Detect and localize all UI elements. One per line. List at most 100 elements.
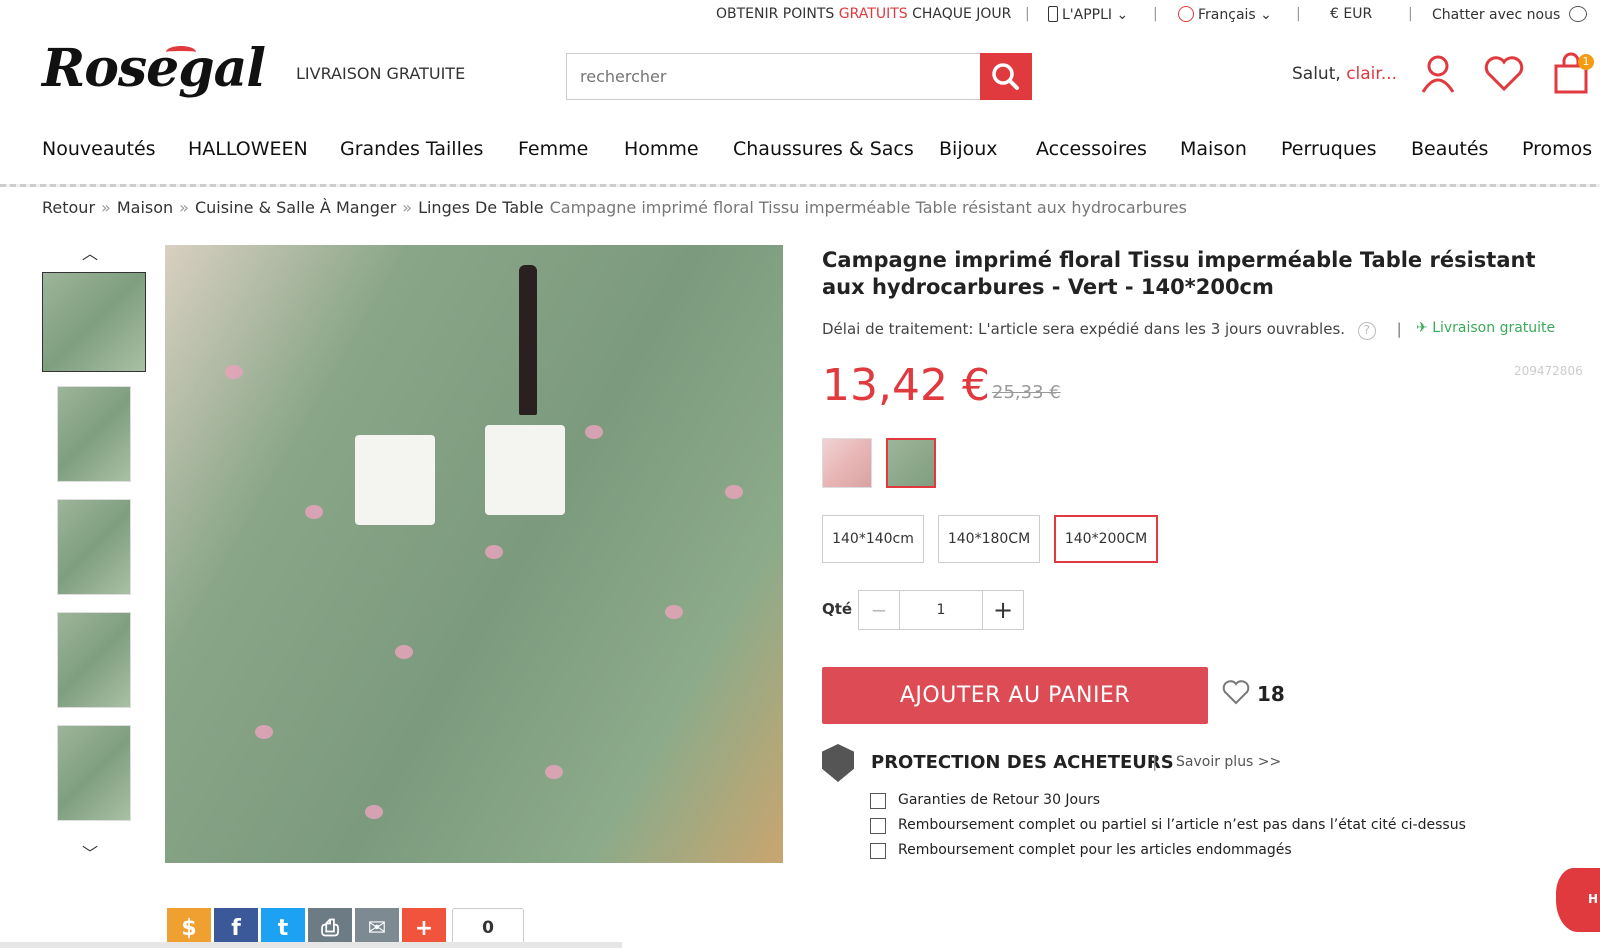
breadcrumb-linges[interactable]: Linges De Table [418,198,544,217]
thumbnail-1[interactable] [42,272,146,372]
plates [355,435,435,525]
header: Rosegal LIVRAISON GRATUITE Salut, clair.… [0,34,1600,114]
protection-title: PROTECTION DES ACHETEURS [871,752,1174,773]
app-link[interactable]: L'APPLI ⌄ [1048,6,1128,23]
thumbnail-2[interactable] [57,386,131,482]
processing-time: Délai de traitement: L'article sera expé… [822,320,1402,340]
quantity-label: Qté [822,600,853,618]
user-name: clair... [1346,64,1398,84]
logo-swoosh [166,46,196,58]
chevron-down-icon[interactable]: ﹀ [82,840,98,864]
nav-item-promos[interactable]: Promos [1522,138,1592,160]
search-bar [566,53,1032,100]
add-to-cart-button[interactable]: AJOUTER AU PANIER [822,667,1208,724]
check-icon [870,818,886,834]
user-icon[interactable] [1420,54,1456,94]
printer-icon: ⎙ [321,915,339,941]
cart-button[interactable]: 1 [1552,52,1594,96]
processing-text: Délai de traitement: L'article sera expé… [822,320,1346,338]
help-icon[interactable]: ? [1357,322,1376,340]
breadcrumb-cuisine[interactable]: Cuisine & Salle À Manger [195,198,396,217]
rosegal-logo[interactable]: Rosegal [42,38,266,99]
free-shipping-label: ✈ Livraison gratuite [1416,320,1555,336]
separator: | [1396,320,1402,338]
quantity-decrease-button[interactable]: − [858,590,900,630]
separator: | [1296,6,1301,22]
plus-icon: + [414,915,434,941]
likes-count: 18 [1256,682,1285,706]
quantity-increase-button[interactable]: + [982,590,1024,630]
plane-icon: ✈ [1416,320,1428,336]
product-sku: 209472806 [1514,364,1583,378]
main-product-image[interactable] [165,245,783,863]
search-button[interactable] [980,53,1032,100]
horizontal-scrollbar[interactable] [0,942,622,948]
language-label: Français [1198,7,1256,23]
chat-link[interactable]: Chatter avec nous [1432,6,1587,23]
search-input[interactable] [567,54,979,99]
globe-icon [1178,6,1194,22]
product-price: 13,42 € [822,360,990,411]
free-shipping-text: Livraison gratuite [1432,320,1556,336]
bowls [485,425,565,515]
points-promo-link[interactable]: OBTENIR POINTS GRATUITS CHAQUE JOUR [716,6,1011,22]
currency-selector[interactable]: € EUR [1330,6,1372,22]
nav-item-maison[interactable]: Maison [1180,138,1247,160]
nav-item-bijoux[interactable]: Bijoux [939,138,998,160]
logo-text: Rosegal [42,38,266,99]
breadcrumb-maison[interactable]: Maison [117,198,173,217]
nav-item-beautes[interactable]: Beautés [1411,138,1488,160]
wine-bottle [519,265,537,415]
quantity-input[interactable]: 1 [899,590,983,630]
nav-item-femme[interactable]: Femme [518,138,588,160]
heart-icon[interactable] [1484,56,1524,92]
separator: | [1153,6,1158,22]
nav-item-perruques[interactable]: Perruques [1281,138,1377,160]
thumbnail-4[interactable] [57,612,131,708]
thumbnail-5[interactable] [57,725,131,821]
nav-divider [0,184,1600,187]
shield-icon [822,744,854,782]
free-shipping-banner: LIVRAISON GRATUITE [296,64,466,83]
phone-icon [1048,6,1058,22]
top-bar: OBTENIR POINTS GRATUITS CHAQUE JOUR | L'… [0,0,1600,30]
mail-icon: ✉ [367,915,387,941]
color-swatch-green[interactable] [886,438,936,488]
size-option-140x180[interactable]: 140*180CM [938,515,1040,563]
language-selector[interactable]: Français ⌄ [1178,6,1272,23]
halloween-widget[interactable]: H [1556,868,1600,932]
nav-item-homme[interactable]: Homme [624,138,699,160]
nav-item-grandes-tailles[interactable]: Grandes Tailles [340,138,483,160]
guarantee-item: Garanties de Retour 30 Jours [898,792,1101,808]
separator: | [1152,752,1158,771]
size-option-140x200[interactable]: 140*200CM [1054,515,1158,563]
chevron-down-icon: ⌄ [1112,7,1129,23]
twitter-icon: t [277,915,289,941]
chevron-up-icon[interactable]: ︿ [82,240,98,264]
color-swatch-pink[interactable] [822,438,872,488]
original-price: 25,33 € [992,382,1061,403]
heart-icon [1222,680,1250,705]
points-highlight: GRATUITS [838,6,908,22]
breadcrumb-current: Campagne imprimé floral Tissu imperméabl… [549,198,1187,217]
greeting[interactable]: Salut, clair... [1292,64,1397,84]
nav-item-accessoires[interactable]: Accessoires [1036,138,1147,160]
points-prefix: OBTENIR POINTS [716,6,839,22]
greeting-label: Salut, [1292,64,1341,84]
chat-label: Chatter avec nous [1432,7,1561,23]
nav-item-chaussures-sacs[interactable]: Chaussures & Sacs [733,138,914,160]
nav-item-halloween[interactable]: HALLOWEEN [188,138,308,160]
wishlist-button[interactable]: 18 [1222,680,1285,706]
thumbnail-3[interactable] [57,499,131,595]
breadcrumb: Retour » Maison » Cuisine & Salle À Manger » L… [42,198,1187,217]
separator: | [1025,6,1030,22]
main-nav: Nouveautés HALLOWEEN Grandes Tailles Fem… [0,134,1600,184]
points-suffix: CHAQUE JOUR [907,6,1012,22]
check-icon [870,843,886,859]
nav-item-nouveautes[interactable]: Nouveautés [42,138,156,160]
breadcrumb-back[interactable]: Retour [42,198,95,217]
chevron-down-icon: ⌄ [1255,7,1272,23]
size-option-140x140[interactable]: 140*140cm [822,515,924,563]
learn-more-link[interactable]: Savoir plus >> [1176,754,1281,770]
breadcrumb-sep: » [402,198,413,217]
